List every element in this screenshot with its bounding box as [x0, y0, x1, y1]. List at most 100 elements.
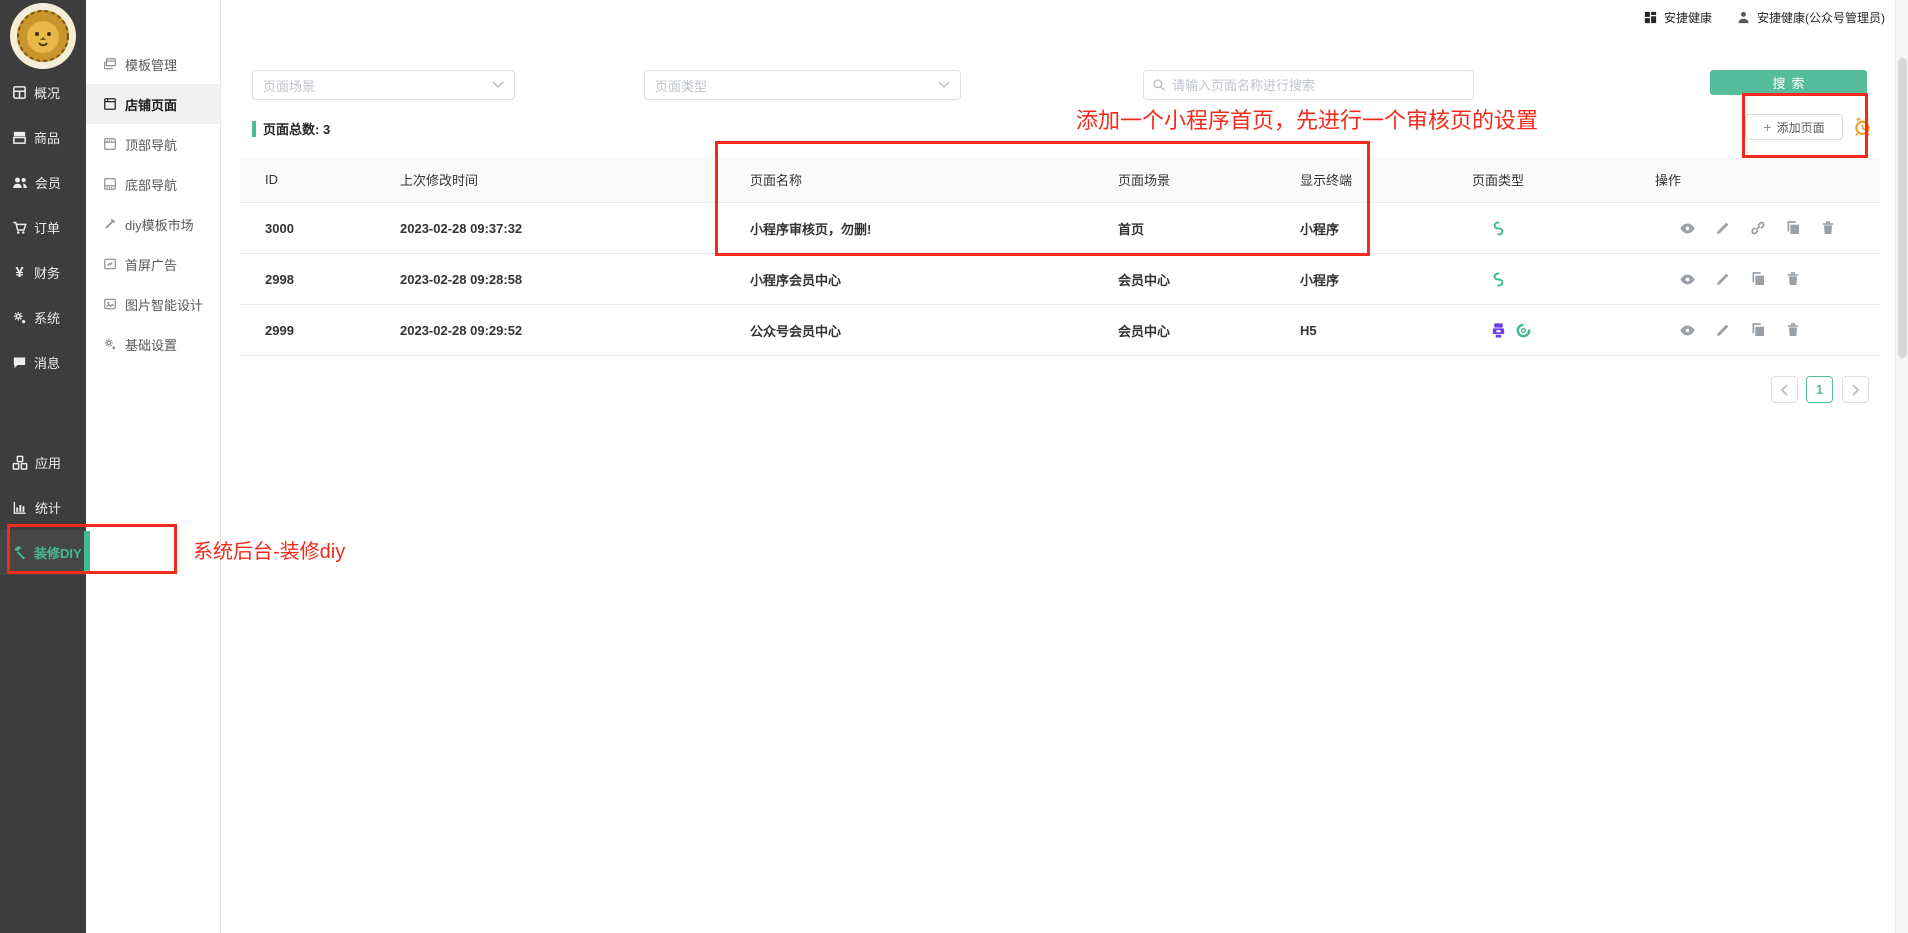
sidebar-item-goods[interactable]: 商品: [0, 115, 86, 160]
account-menu[interactable]: 安捷健康(公众号管理员): [1736, 9, 1885, 26]
cell-name: 公众号会员中心: [725, 321, 1093, 340]
sidebar-item-orders[interactable]: 订单: [0, 205, 86, 250]
goods-icon: [12, 130, 27, 145]
annotation-note-top: 添加一个小程序首页，先进行一个审核页的设置: [1076, 103, 1538, 135]
copy-icon[interactable]: [1750, 322, 1766, 338]
lion-logo[interactable]: [10, 3, 76, 69]
cell-terminal: H5: [1275, 323, 1447, 338]
pagination-page-1[interactable]: 1: [1806, 376, 1833, 403]
template-cards-icon: [103, 57, 117, 71]
scrollbar-thumb[interactable]: [1898, 58, 1907, 358]
edit-icon[interactable]: [1715, 220, 1731, 236]
sidebar-item-label: 消息: [34, 353, 60, 372]
edit-icon[interactable]: [1715, 271, 1731, 287]
cell-terminal: 小程序: [1275, 270, 1447, 289]
page-scene-placeholder: 页面场景: [263, 76, 315, 95]
image-design-icon: [103, 297, 117, 311]
table-row: 3000 2023-02-28 09:37:32 小程序审核页，勿删! 首页 小…: [240, 203, 1880, 254]
copy-icon[interactable]: [1750, 271, 1766, 287]
table-row: 2999 2023-02-28 09:29:52 公众号会员中心 会员中心 H5: [240, 305, 1880, 356]
submenu-item-template-manage[interactable]: 模板管理: [86, 44, 220, 84]
submenu-item-basic-settings[interactable]: 基础设置: [86, 324, 220, 364]
wechat-official-icon: [1515, 322, 1532, 339]
link-icon[interactable]: [1750, 220, 1766, 236]
apps-icon: [12, 455, 28, 471]
sidebar-item-label: 应用: [35, 453, 61, 472]
sidebar-item-members[interactable]: 会员: [0, 160, 86, 205]
submenu-item-bottom-nav[interactable]: 底部导航: [86, 164, 220, 204]
submenu-item-top-nav[interactable]: 顶部导航: [86, 124, 220, 164]
add-page-label: 添加页面: [1777, 119, 1825, 136]
cell-modified: 2023-02-28 09:37:32: [375, 221, 725, 236]
page-total-label: 页面总数: 3: [263, 119, 330, 138]
dashboard-icon: [12, 85, 27, 100]
sidebar-item-label: 装修DIY: [34, 543, 82, 562]
copy-icon[interactable]: [1785, 220, 1801, 236]
pages-table: ID 上次修改时间 页面名称 页面场景 显示终端 页面类型 操作 3000 20…: [240, 157, 1880, 356]
submenu-item-label: 首屏广告: [125, 255, 177, 274]
view-icon[interactable]: [1679, 220, 1696, 237]
sidebar-item-system[interactable]: 系统: [0, 295, 86, 340]
submenu-item-label: 图片智能设计: [125, 295, 203, 314]
submenu-item-splash-ad[interactable]: 首屏广告: [86, 244, 220, 284]
hammer-icon: [12, 545, 27, 560]
ad-banner-icon: [103, 257, 117, 271]
brush-icon: [103, 217, 117, 231]
search-button[interactable]: 搜索: [1710, 70, 1867, 95]
page-type-placeholder: 页面类型: [655, 76, 707, 95]
sidebar-item-apps[interactable]: 应用: [0, 440, 86, 485]
account-name: 安捷健康(公众号管理员): [1757, 9, 1885, 26]
cell-modified: 2023-02-28 09:29:52: [375, 323, 725, 338]
decoration-submenu: 模板管理 店铺页面 顶部导航 底部导航 diy模板市场 首屏广告 图片智能设计: [86, 0, 221, 933]
submenu-item-diy-market[interactable]: diy模板市场: [86, 204, 220, 244]
submenu-item-label: 店铺页面: [125, 95, 177, 114]
sidebar-item-diy[interactable]: 装修DIY: [0, 530, 86, 575]
sidebar-item-messages[interactable]: 消息: [0, 340, 86, 385]
pagination-prev-button[interactable]: [1771, 376, 1798, 403]
shop-switcher[interactable]: 安捷健康: [1643, 9, 1712, 26]
members-icon: [12, 175, 28, 190]
sidebar-item-overview[interactable]: 概况: [0, 70, 86, 115]
sidebar-item-label: 订单: [34, 218, 60, 237]
page-search-field: [1143, 70, 1474, 100]
submenu-item-shop-pages[interactable]: 店铺页面: [86, 84, 220, 124]
add-page-button[interactable]: + 添加页面: [1745, 114, 1843, 140]
bottom-nav-icon: [103, 177, 117, 191]
page-type-select[interactable]: 页面类型: [644, 70, 961, 100]
edit-icon[interactable]: [1715, 322, 1731, 338]
cell-scene: 会员中心: [1093, 270, 1275, 289]
col-header-scene: 页面场景: [1093, 170, 1275, 189]
search-input[interactable]: [1172, 78, 1465, 93]
pagination-next-button[interactable]: [1842, 376, 1869, 403]
page-scene-select[interactable]: 页面场景: [252, 70, 515, 100]
col-header-terminal: 显示终端: [1275, 170, 1447, 189]
cell-terminal: 小程序: [1275, 219, 1447, 238]
annotation-note-bottom: 系统后台-装修diy: [193, 535, 345, 564]
table-header-row: ID 上次修改时间 页面名称 页面场景 显示终端 页面类型 操作: [240, 157, 1880, 203]
main-sidebar: 概况 商品 会员 订单 ¥ 财务 系统 消息 应用: [0, 0, 86, 933]
submenu-item-smart-image[interactable]: 图片智能设计: [86, 284, 220, 324]
notification-bell-icon[interactable]: [1852, 116, 1873, 142]
delete-icon[interactable]: [1785, 271, 1801, 287]
delete-icon[interactable]: [1785, 322, 1801, 338]
delete-icon[interactable]: [1820, 220, 1836, 236]
sidebar-item-stats[interactable]: 统计: [0, 485, 86, 530]
vertical-scrollbar[interactable]: [1895, 0, 1908, 933]
col-header-type: 页面类型: [1447, 170, 1630, 189]
bar-chart-icon: [12, 500, 28, 515]
submenu-item-label: 顶部导航: [125, 135, 177, 154]
view-icon[interactable]: [1679, 322, 1696, 339]
cell-id: 2998: [240, 272, 375, 287]
settings-gear-icon: [103, 337, 117, 351]
search-icon: [1152, 78, 1166, 92]
shop-name: 安捷健康: [1664, 9, 1712, 26]
user-icon: [1736, 10, 1751, 25]
lion-logo-image: [14, 7, 72, 65]
yen-icon: ¥: [12, 264, 27, 281]
sidebar-item-label: 系统: [34, 308, 60, 327]
view-icon[interactable]: [1679, 271, 1696, 288]
sidebar-item-finance[interactable]: ¥ 财务: [0, 250, 86, 295]
sidebar-item-label: 商品: [34, 128, 60, 147]
chat-bubble-icon: [12, 355, 27, 370]
h5-device-icon: [1490, 322, 1507, 339]
